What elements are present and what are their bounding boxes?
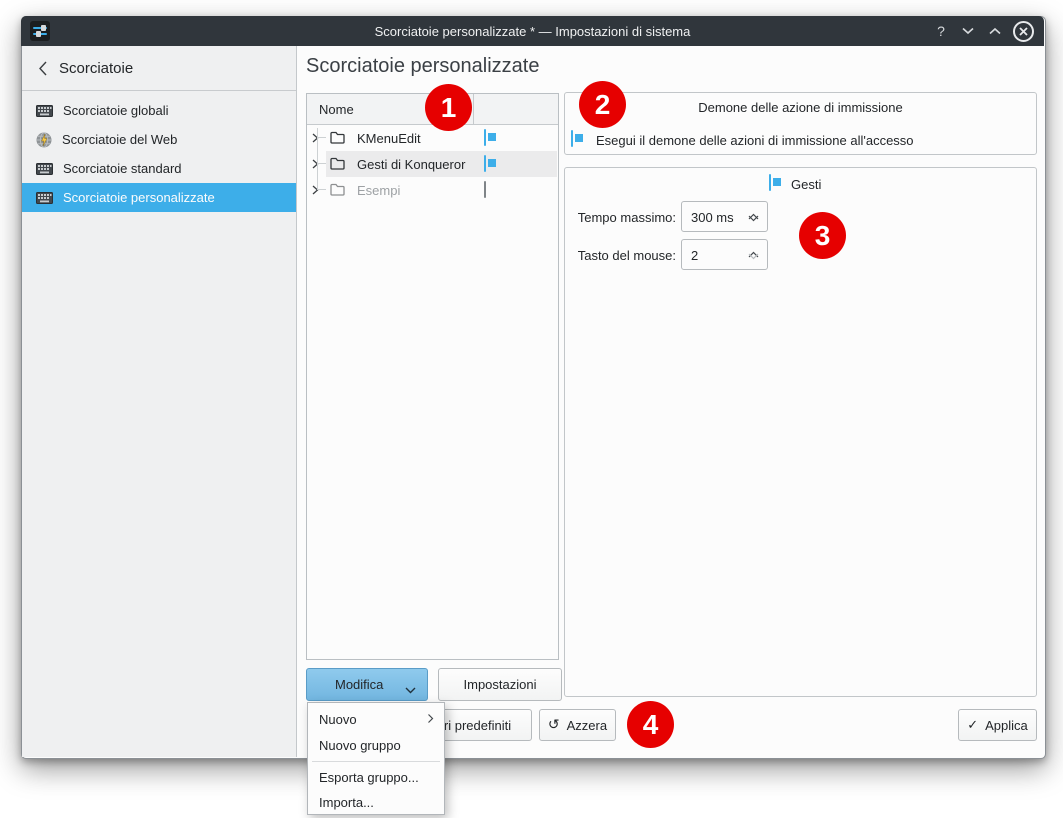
apply-button[interactable]: ✓ Applica <box>958 709 1037 741</box>
sidebar-back-label: Scorciatoie <box>59 60 133 77</box>
chevron-down-icon <box>405 682 416 697</box>
keyboard-icon <box>36 163 53 175</box>
annotation-circle-3: 3 <box>799 212 846 259</box>
checkmark-icon: ✓ <box>967 718 978 733</box>
sidebar-item-label: Scorciatoie globali <box>63 103 169 118</box>
sidebar-item-scorciatoie-standard[interactable]: Scorciatoie standard <box>22 154 296 183</box>
max-time-value: 300 ms <box>691 210 734 225</box>
menu-item-label: Importa... <box>319 795 374 810</box>
chevron-left-icon <box>38 61 47 76</box>
help-icon[interactable]: ? <box>932 22 950 40</box>
sidebar-item-label: Scorciatoie personalizzate <box>63 190 215 205</box>
tree-item-label: KMenuEdit <box>357 131 421 146</box>
tree-branch-stub <box>317 189 326 190</box>
apply-button-label: Applica <box>985 718 1028 733</box>
shortcut-tree: Nome KMenuEdit Gesti di Konqueror Esempi <box>306 93 559 660</box>
max-time-spinbox[interactable]: 300 ms <box>681 201 768 232</box>
close-icon[interactable] <box>1013 21 1034 42</box>
daemon-group-title: Demone delle azione di immissione <box>565 100 1036 115</box>
settings-button[interactable]: Impostazioni <box>438 668 562 701</box>
menu-item-esporta-gruppo[interactable]: Esporta gruppo... <box>309 764 443 790</box>
sidebar-back-button[interactable]: Scorciatoie <box>22 46 296 91</box>
keyboard-icon <box>36 105 53 117</box>
tree-branch-stub <box>317 163 326 164</box>
edit-dropdown-button[interactable]: Modifica <box>306 668 428 701</box>
reset-button[interactable]: ↺ Azzera <box>539 709 616 741</box>
gestures-group-title: Gesti <box>791 177 821 192</box>
sidebar-item-scorciatoie-globali[interactable]: Scorciatoie globali <box>22 96 296 125</box>
gestures-groupbox <box>564 167 1037 697</box>
tree-row-gesti-di-konqueror[interactable]: Gesti di Konqueror <box>308 151 557 177</box>
daemon-checkbox-label: Esegui il demone delle azioni di immissi… <box>596 133 914 148</box>
window-title: Scorciatoie personalizzate * — Impostazi… <box>21 24 1044 39</box>
settings-button-label: Impostazioni <box>464 677 537 692</box>
tree-branch-stub <box>317 137 326 138</box>
gestures-checkbox[interactable] <box>769 174 771 191</box>
menu-separator <box>312 761 440 762</box>
tree-item-label: Esempi <box>357 183 400 198</box>
menu-item-label: Esporta gruppo... <box>319 770 419 785</box>
tree-row-esempi[interactable]: Esempi <box>308 177 557 203</box>
daemon-checkbox[interactable] <box>571 130 573 147</box>
menu-item-nuovo[interactable]: Nuovo <box>309 706 443 732</box>
folder-icon <box>330 131 345 147</box>
submenu-arrow-icon <box>427 712 434 727</box>
annotation-circle-1: 1 <box>425 84 472 131</box>
max-time-label: Tempo massimo: <box>564 210 676 225</box>
tree-item-checkbox[interactable] <box>484 181 486 198</box>
tree-item-label: Gesti di Konqueror <box>357 157 465 172</box>
spin-down-icon[interactable] <box>748 248 759 263</box>
tree-item-checkbox[interactable] <box>484 155 486 172</box>
mouse-button-spinbox[interactable]: 2 <box>681 239 768 270</box>
sidebar-item-scorciatoie-personalizzate[interactable]: Scorciatoie personalizzate <box>22 183 296 212</box>
tree-row-kmenuedit[interactable]: KMenuEdit <box>308 125 557 151</box>
web-globe-icon <box>36 132 52 148</box>
annotation-circle-2: 2 <box>579 81 626 128</box>
folder-icon <box>330 157 345 173</box>
annotation-circle-4: 4 <box>627 701 674 748</box>
title-bar[interactable]: Scorciatoie personalizzate * — Impostazi… <box>21 16 1044 46</box>
maximize-icon[interactable] <box>986 22 1004 40</box>
mouse-button-value: 2 <box>691 248 698 263</box>
reset-button-label: Azzera <box>567 718 607 733</box>
column-divider[interactable] <box>473 94 474 124</box>
minimize-icon[interactable] <box>959 22 977 40</box>
menu-item-label: Nuovo <box>319 712 357 727</box>
sidebar-item-scorciatoie-del-web[interactable]: Scorciatoie del Web <box>22 125 296 154</box>
menu-item-importa[interactable]: Importa... <box>309 789 443 815</box>
menu-item-label: Nuovo gruppo <box>319 738 401 753</box>
keyboard-icon <box>36 192 53 204</box>
sidebar-item-label: Scorciatoie del Web <box>62 132 177 147</box>
edit-dropdown-menu: Nuovo Nuovo gruppo Esporta gruppo... Imp… <box>307 702 445 815</box>
menu-item-nuovo-gruppo[interactable]: Nuovo gruppo <box>309 732 443 758</box>
edit-button-label: Modifica <box>335 677 383 692</box>
undo-icon: ↺ <box>548 717 560 733</box>
mouse-button-label: Tasto del mouse: <box>564 248 676 263</box>
folder-icon <box>330 183 345 199</box>
sidebar-item-label: Scorciatoie standard <box>63 161 182 176</box>
page-title: Scorciatoie personalizzate <box>306 55 539 78</box>
tree-item-checkbox[interactable] <box>484 129 486 146</box>
screenshot-root: { "titlebar": { "title": "Scorciatoie pe… <box>0 0 1063 818</box>
spin-down-icon[interactable] <box>748 210 759 225</box>
